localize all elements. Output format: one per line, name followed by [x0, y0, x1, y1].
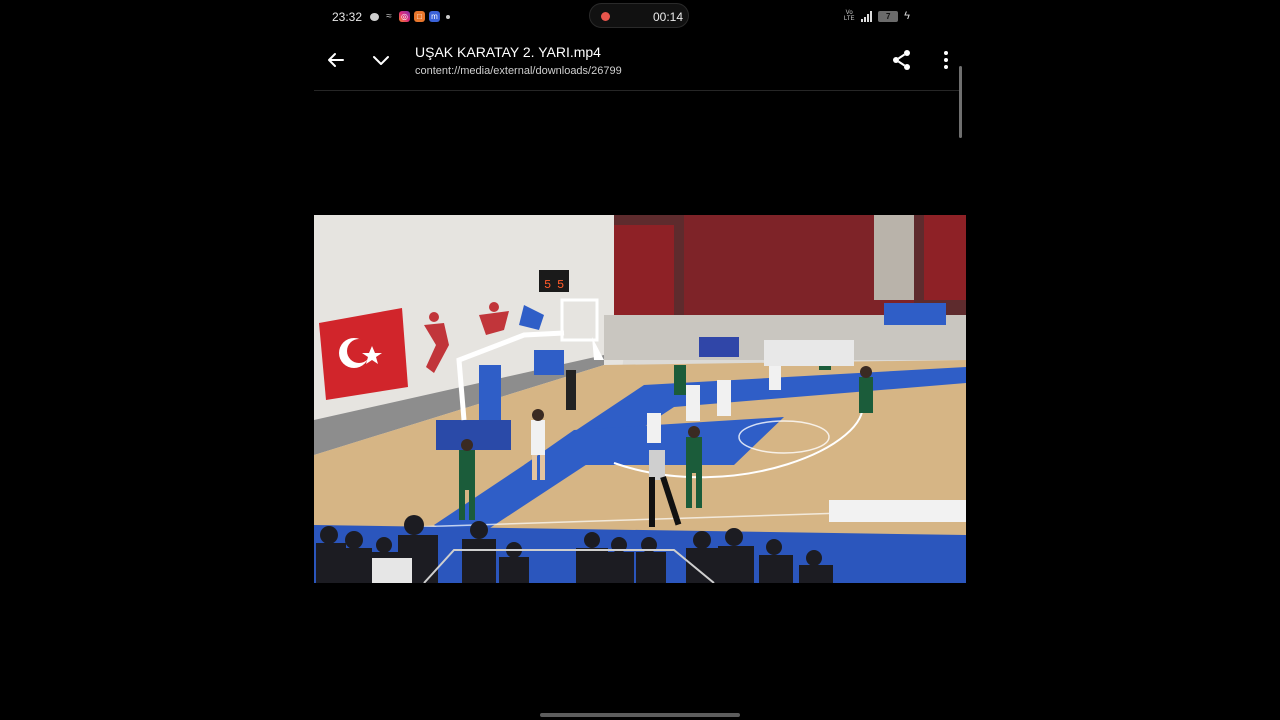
- status-bar: 23:32 ≈ ◎ □ m 00:14 Vo LTE 7 ϟ: [314, 0, 966, 34]
- status-time: 23:32: [332, 10, 363, 24]
- gesture-nav-handle[interactable]: [540, 713, 740, 717]
- phone-screen: 23:32 ≈ ◎ □ m 00:14 Vo LTE 7 ϟ UŞAK KARA…: [314, 0, 966, 720]
- back-arrow-icon[interactable]: [324, 48, 348, 72]
- notification-icons: ≈ ◎ □ m: [370, 11, 450, 22]
- app-orange-icon: □: [414, 11, 425, 22]
- video-player[interactable]: 5 5: [314, 215, 966, 583]
- appbar-divider: [314, 90, 960, 91]
- messenger-m-icon: m: [429, 11, 440, 22]
- file-path: content://media/external/downloads/26799: [415, 65, 622, 77]
- chat-bubble-icon: [370, 12, 379, 21]
- volte-icon: Vo LTE: [843, 10, 855, 22]
- file-title: UŞAK KARATAY 2. YARI.mp4: [415, 44, 601, 60]
- system-icons: Vo LTE 7 ϟ: [843, 10, 910, 22]
- record-dot-icon: [601, 12, 610, 21]
- battery-level: 7: [885, 11, 891, 21]
- instagram-icon: ◎: [399, 11, 410, 22]
- battery-icon: 7: [878, 10, 899, 22]
- signal-icon: [861, 10, 873, 22]
- scrollbar[interactable]: [959, 66, 962, 138]
- more-vert-icon[interactable]: [934, 48, 958, 72]
- share-icon[interactable]: [890, 48, 914, 72]
- turkish-flag: [319, 308, 408, 400]
- wave-icon: ≈: [386, 11, 392, 22]
- scoreboard-home: 5: [544, 278, 551, 292]
- screen-record-pill[interactable]: 00:14: [589, 3, 689, 28]
- chevron-down-icon[interactable]: [369, 48, 393, 72]
- record-timer: 00:14: [653, 10, 684, 24]
- app-bar: UŞAK KARATAY 2. YARI.mp4 content://media…: [314, 34, 966, 90]
- video-frame: 5 5: [314, 215, 966, 583]
- charging-bolt-icon: ϟ: [904, 10, 910, 22]
- scoreboard-away: 5: [557, 278, 564, 292]
- more-dot-icon: [446, 14, 450, 19]
